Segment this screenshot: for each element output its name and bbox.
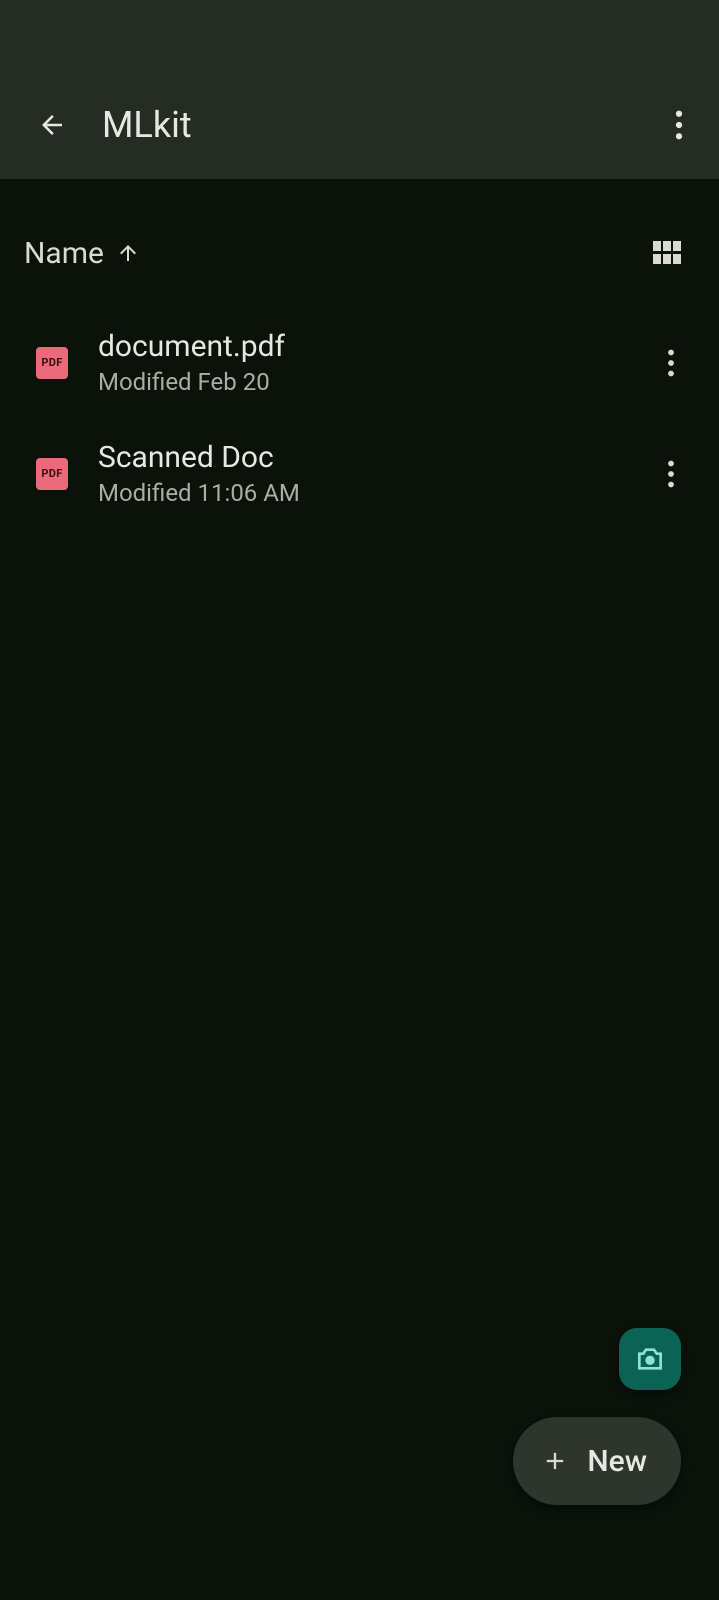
sort-label-text: Name — [24, 236, 104, 271]
camera-fab[interactable] — [619, 1328, 681, 1390]
new-fab[interactable]: New — [513, 1417, 681, 1505]
view-toggle-button[interactable] — [643, 229, 691, 277]
file-meta: Modified 11:06 AM — [98, 479, 647, 507]
back-button[interactable] — [28, 101, 76, 149]
arrow-up-icon — [116, 241, 140, 265]
file-item[interactable]: PDF Scanned Doc Modified 11:06 AM — [0, 418, 719, 529]
file-item[interactable]: PDF document.pdf Modified Feb 20 — [0, 307, 719, 418]
more-vert-icon — [667, 349, 675, 377]
more-vert-icon — [675, 110, 683, 140]
camera-icon — [634, 1343, 666, 1375]
grid-view-icon — [653, 241, 681, 265]
file-name: document.pdf — [98, 329, 647, 364]
app-bar: MLkit — [0, 0, 719, 179]
sort-button[interactable]: Name — [24, 236, 140, 271]
pdf-icon: PDF — [36, 458, 68, 490]
new-fab-label: New — [587, 1444, 647, 1479]
more-options-button[interactable] — [655, 101, 703, 149]
file-meta: Modified Feb 20 — [98, 368, 647, 396]
file-more-button[interactable] — [647, 450, 695, 498]
file-more-button[interactable] — [647, 339, 695, 387]
pdf-icon: PDF — [36, 347, 68, 379]
more-vert-icon — [667, 460, 675, 488]
plus-icon — [541, 1447, 569, 1475]
sort-bar: Name — [0, 179, 719, 295]
page-title: MLkit — [102, 104, 655, 146]
file-list: PDF document.pdf Modified Feb 20 PDF Sca… — [0, 295, 719, 541]
file-name: Scanned Doc — [98, 440, 647, 475]
arrow-back-icon — [37, 110, 67, 140]
